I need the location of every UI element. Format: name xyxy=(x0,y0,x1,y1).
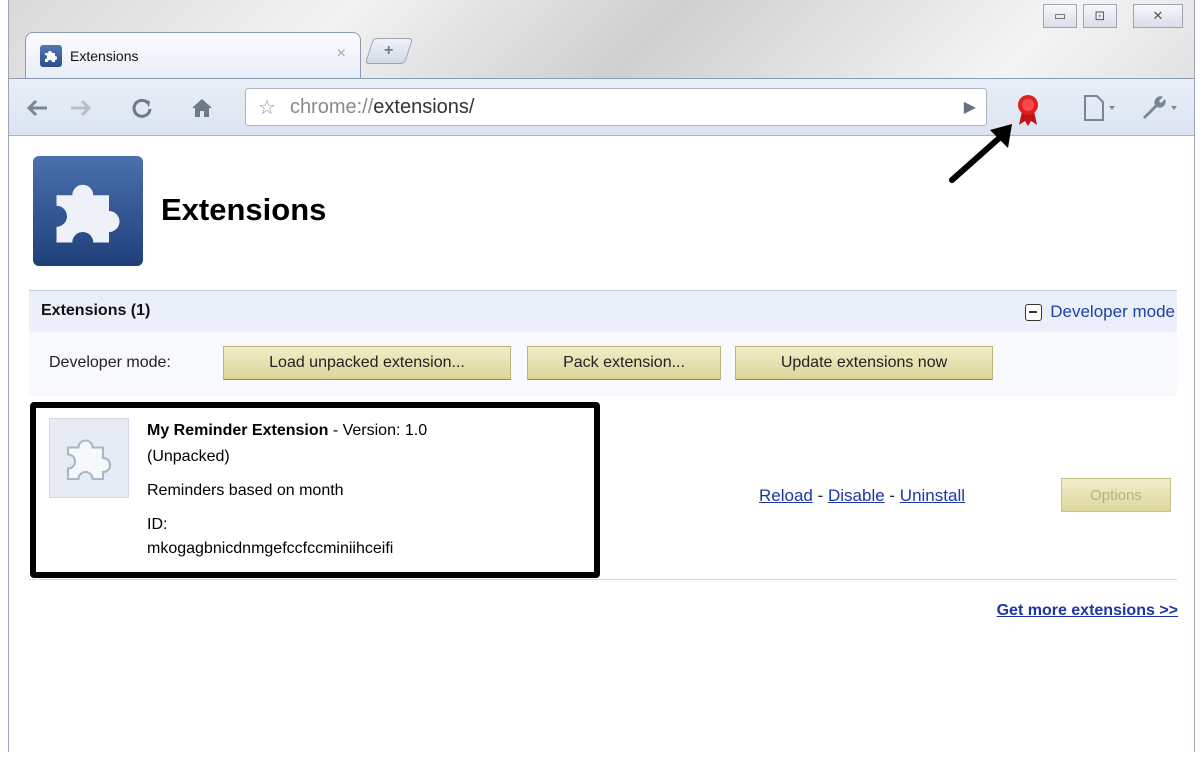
section-title: Extensions (1) xyxy=(41,302,151,319)
back-icon[interactable] xyxy=(23,91,53,125)
star-icon[interactable]: ☆ xyxy=(258,95,276,120)
close-window-button[interactable]: ✕ xyxy=(1133,4,1183,28)
window-label: Google xyxy=(971,10,1013,24)
pack-extension-button[interactable]: Pack extension... xyxy=(527,346,721,380)
disable-link[interactable]: Disable xyxy=(828,486,885,505)
reload-icon[interactable] xyxy=(127,91,157,125)
maximize-button[interactable]: ⊡ xyxy=(1083,4,1117,28)
get-more-extensions-link[interactable]: Get more extensions >> xyxy=(997,602,1178,620)
page-title: Extensions xyxy=(161,192,327,227)
extensions-section-header: Extensions (1) Developer mode xyxy=(29,290,1177,332)
wrench-menu-icon[interactable] xyxy=(1139,93,1183,128)
highlight-annotation-box xyxy=(30,402,600,578)
options-button[interactable]: Options xyxy=(1061,478,1171,512)
developer-mode-label: Developer mode: xyxy=(49,354,171,371)
extensions-puzzle-icon xyxy=(33,156,143,266)
separator: - xyxy=(884,486,900,505)
collapse-icon xyxy=(1025,303,1043,321)
extension-actions: Reload - Disable - Uninstall xyxy=(759,486,965,506)
puzzle-icon xyxy=(40,44,62,67)
load-unpacked-button[interactable]: Load unpacked extension... xyxy=(223,346,511,380)
minimize-button[interactable]: ▭ xyxy=(1043,4,1077,28)
title-bar: Extensions × + Google ▭ ⊡ ✕ xyxy=(9,0,1194,78)
home-icon[interactable] xyxy=(187,91,217,125)
developer-mode-toggle-label: Developer mode xyxy=(1050,302,1175,321)
uninstall-link[interactable]: Uninstall xyxy=(900,486,965,505)
separator: - xyxy=(812,486,828,505)
address-bar[interactable]: ☆ chrome://extensions/ ▶ xyxy=(245,88,987,126)
developer-mode-row: Developer mode: Load unpacked extension.… xyxy=(29,332,1177,396)
url-text: chrome://extensions/ xyxy=(289,95,475,118)
tab-title: Extensions xyxy=(70,47,139,64)
forward-icon[interactable] xyxy=(65,91,95,125)
arrow-annotation-icon xyxy=(949,124,1012,183)
tab-close-icon[interactable]: × xyxy=(337,45,346,63)
developer-mode-toggle[interactable]: Developer mode xyxy=(1025,302,1175,322)
reload-link[interactable]: Reload xyxy=(759,486,813,505)
tab-extensions[interactable]: Extensions × xyxy=(25,32,361,78)
plus-icon: + xyxy=(384,42,394,59)
update-extensions-button[interactable]: Update extensions now xyxy=(735,346,993,380)
new-tab-button[interactable]: + xyxy=(364,38,414,64)
page-menu-icon[interactable] xyxy=(1081,93,1121,128)
